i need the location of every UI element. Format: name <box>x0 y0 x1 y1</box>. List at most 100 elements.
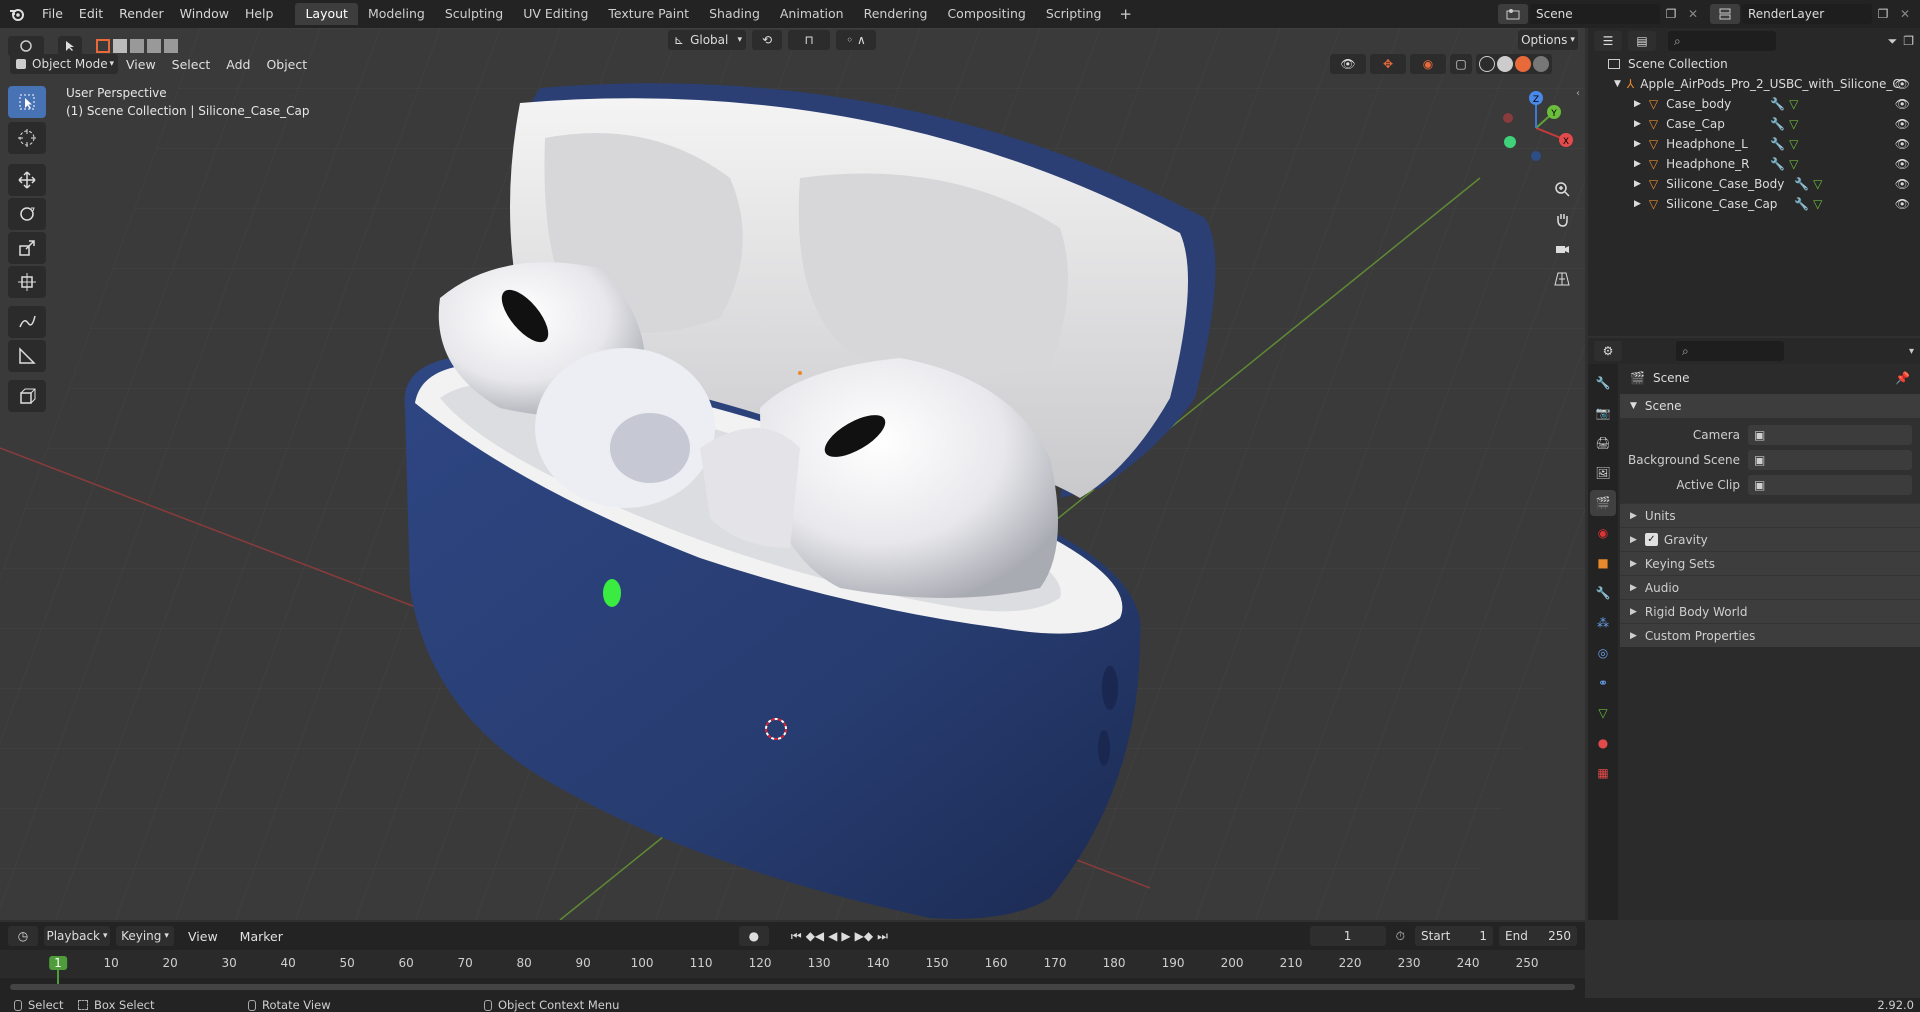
jump-end-icon[interactable]: ⏭ <box>877 929 888 944</box>
new-view-layer-icon[interactable]: ❐ <box>1872 7 1894 21</box>
timeline-menu-marker[interactable]: Marker <box>232 929 291 944</box>
display-mode-button[interactable]: ▤ <box>1628 31 1656 51</box>
expand-arrow-icon[interactable]: ▶ <box>1634 179 1641 189</box>
material-shading-icon[interactable] <box>1515 56 1531 72</box>
modifier-wrench-icon[interactable]: 🔧 <box>1770 117 1785 131</box>
modifier-wrench-icon[interactable]: 🔧 <box>1770 137 1785 151</box>
tab-animation[interactable]: Animation <box>770 3 854 25</box>
new-collection-icon[interactable]: ❐ <box>1903 34 1914 48</box>
perspective-toggle-icon[interactable] <box>1549 266 1575 292</box>
properties-section[interactable]: ▶ Units <box>1620 503 1920 527</box>
scene-tab-icon[interactable]: 🎬 <box>1590 490 1616 516</box>
mesh-data-icon[interactable]: ▽ <box>1789 137 1798 151</box>
properties-section[interactable]: ▶ ✓ Gravity <box>1620 527 1920 551</box>
overlay-toggle-icon[interactable]: ◉ <box>1410 54 1446 74</box>
rotate-tool[interactable] <box>8 198 46 230</box>
properties-section[interactable]: ▶ Audio <box>1620 575 1920 599</box>
preview-range-icon[interactable]: ⏱ <box>1396 929 1405 944</box>
end-frame-field[interactable]: End 250 <box>1499 926 1577 946</box>
menu-edit[interactable]: Edit <box>71 0 111 28</box>
solid-shading-icon[interactable] <box>1497 56 1513 72</box>
mesh-data-icon[interactable]: ▽ <box>1813 177 1822 191</box>
timeline-scrollbar[interactable] <box>10 984 1575 990</box>
play-icon[interactable]: ▶ <box>841 929 850 944</box>
tab-compositing[interactable]: Compositing <box>937 3 1035 25</box>
data-tab-icon[interactable]: ▽ <box>1590 700 1616 726</box>
outliner-row-collection[interactable]: ▼ ⅄ Apple_AirPods_Pro_2_USBC_with_Silico… <box>1588 74 1920 94</box>
add-cube-tool[interactable] <box>8 380 46 412</box>
field-value[interactable]: ▣ <box>1748 474 1912 495</box>
editor-type-button[interactable] <box>8 36 44 56</box>
viewport-scene[interactable] <box>0 28 1585 920</box>
start-frame-field[interactable]: Start 1 <box>1415 926 1493 946</box>
outliner-row-object[interactable]: ▶ ▽ Headphone_L 🔧 ▽ 👁 <box>1588 134 1920 154</box>
delete-scene-icon[interactable]: ✕ <box>1682 7 1704 21</box>
expand-arrow-icon[interactable]: ▶ <box>1634 99 1641 109</box>
tab-sculpting[interactable]: Sculpting <box>435 3 513 25</box>
eye-icon[interactable]: 👁 <box>1895 97 1910 111</box>
scene-name-field[interactable]: Scene <box>1530 4 1660 24</box>
sidebar-toggle-icon[interactable]: ‹ <box>1576 88 1580 99</box>
tab-modeling[interactable]: Modeling <box>358 3 435 25</box>
camera-view-icon[interactable] <box>1549 236 1575 262</box>
outliner-row-object[interactable]: ▶ ▽ Silicone_Case_Cap 🔧 ▽ 👁 <box>1588 194 1920 214</box>
annotate-tool[interactable] <box>8 306 46 338</box>
object-mode-dropdown[interactable]: Object Mode ▾ <box>10 54 118 74</box>
properties-section[interactable]: ▶ Custom Properties <box>1620 623 1920 647</box>
render-tab-icon[interactable]: 📷 <box>1590 400 1616 426</box>
outliner-search-input[interactable]: ⌕ <box>1668 31 1776 51</box>
add-workspace-button[interactable]: + <box>1111 3 1140 25</box>
expand-arrow-icon[interactable]: ▶ <box>1634 199 1641 209</box>
timeline-ruler[interactable]: 1 10 20 30 40 50 60 70 80 90 100 110 120 130 140 150 160… <box>0 950 1585 986</box>
properties-options-icon[interactable]: ▾ <box>1909 346 1914 357</box>
outliner-row-object[interactable]: ▶ ▽ Case_body 🔧 ▽ 👁 <box>1588 94 1920 114</box>
cursor-tool[interactable] <box>8 122 46 154</box>
expand-arrow-icon[interactable]: ▶ <box>1634 119 1641 129</box>
zoom-icon[interactable] <box>1549 176 1575 202</box>
constraints-tab-icon[interactable]: ⚭ <box>1590 670 1616 696</box>
snap-icon[interactable]: ⊓ <box>788 30 830 50</box>
transform-orientation-dropdown[interactable]: ⊾ Global ▾ <box>668 30 746 50</box>
modifier-wrench-icon[interactable]: 🔧 <box>1770 157 1785 171</box>
mesh-data-icon[interactable]: ▽ <box>1789 157 1798 171</box>
tab-rendering[interactable]: Rendering <box>854 3 938 25</box>
eye-icon[interactable]: 👁 <box>1895 117 1910 131</box>
properties-editor-type-button[interactable]: ⚙ <box>1594 341 1622 361</box>
output-tab-icon[interactable]: 🖨 <box>1590 430 1616 456</box>
options-button[interactable]: Options ▾ <box>1518 30 1578 50</box>
new-scene-icon[interactable]: ❐ <box>1660 7 1682 21</box>
view-layer-selector-button[interactable] <box>1710 4 1740 24</box>
properties-search-input[interactable]: ⌕ <box>1676 341 1784 361</box>
transform-tool[interactable] <box>8 266 46 298</box>
blender-logo-icon[interactable] <box>0 0 34 28</box>
properties-section[interactable]: ▶ Keying Sets <box>1620 551 1920 575</box>
modifier-wrench-icon[interactable]: 🔧 <box>1794 197 1809 211</box>
proportional-edit-icon[interactable]: ◦ ∧ <box>836 30 876 50</box>
tool-tab-icon[interactable]: 🔧 <box>1590 370 1616 396</box>
particles-tab-icon[interactable]: ⁂ <box>1590 610 1616 636</box>
timeline-menu-view[interactable]: View <box>180 929 226 944</box>
playback-dropdown[interactable]: Playback ▾ <box>44 926 110 946</box>
record-button[interactable]: ● <box>738 926 769 946</box>
scene-panel-header[interactable]: ▼ Scene <box>1620 394 1920 418</box>
modifier-wrench-icon[interactable]: 🔧 <box>1794 177 1809 191</box>
measure-tool[interactable] <box>8 340 46 372</box>
prev-keyframe-icon[interactable]: ◆◀ <box>806 929 824 944</box>
viewport-menu-object[interactable]: Object <box>258 57 315 72</box>
expand-arrow-icon[interactable]: ▶ <box>1634 139 1641 149</box>
current-frame-field[interactable]: 1 <box>1309 926 1386 946</box>
modifier-wrench-icon[interactable]: 🔧 <box>1770 97 1785 111</box>
pivot-point-icon[interactable]: ⟲ <box>752 30 782 50</box>
tab-layout[interactable]: Layout <box>295 3 358 25</box>
world-tab-icon[interactable]: ◉ <box>1590 520 1616 546</box>
eye-icon[interactable]: 👁 <box>1895 157 1910 171</box>
filter-icon[interactable]: ⏷ <box>1888 34 1898 49</box>
mesh-data-icon[interactable]: ▽ <box>1813 197 1822 211</box>
select-box-tool[interactable] <box>8 86 46 118</box>
checkbox-checked[interactable]: ✓ <box>1644 533 1658 546</box>
jump-start-icon[interactable]: ⏮ <box>791 929 802 944</box>
delete-view-layer-icon[interactable]: ✕ <box>1894 7 1916 21</box>
select-tool-mode-icon[interactable] <box>58 36 82 56</box>
tab-texture-paint[interactable]: Texture Paint <box>598 3 699 25</box>
material-tab-icon[interactable]: ● <box>1590 730 1616 756</box>
